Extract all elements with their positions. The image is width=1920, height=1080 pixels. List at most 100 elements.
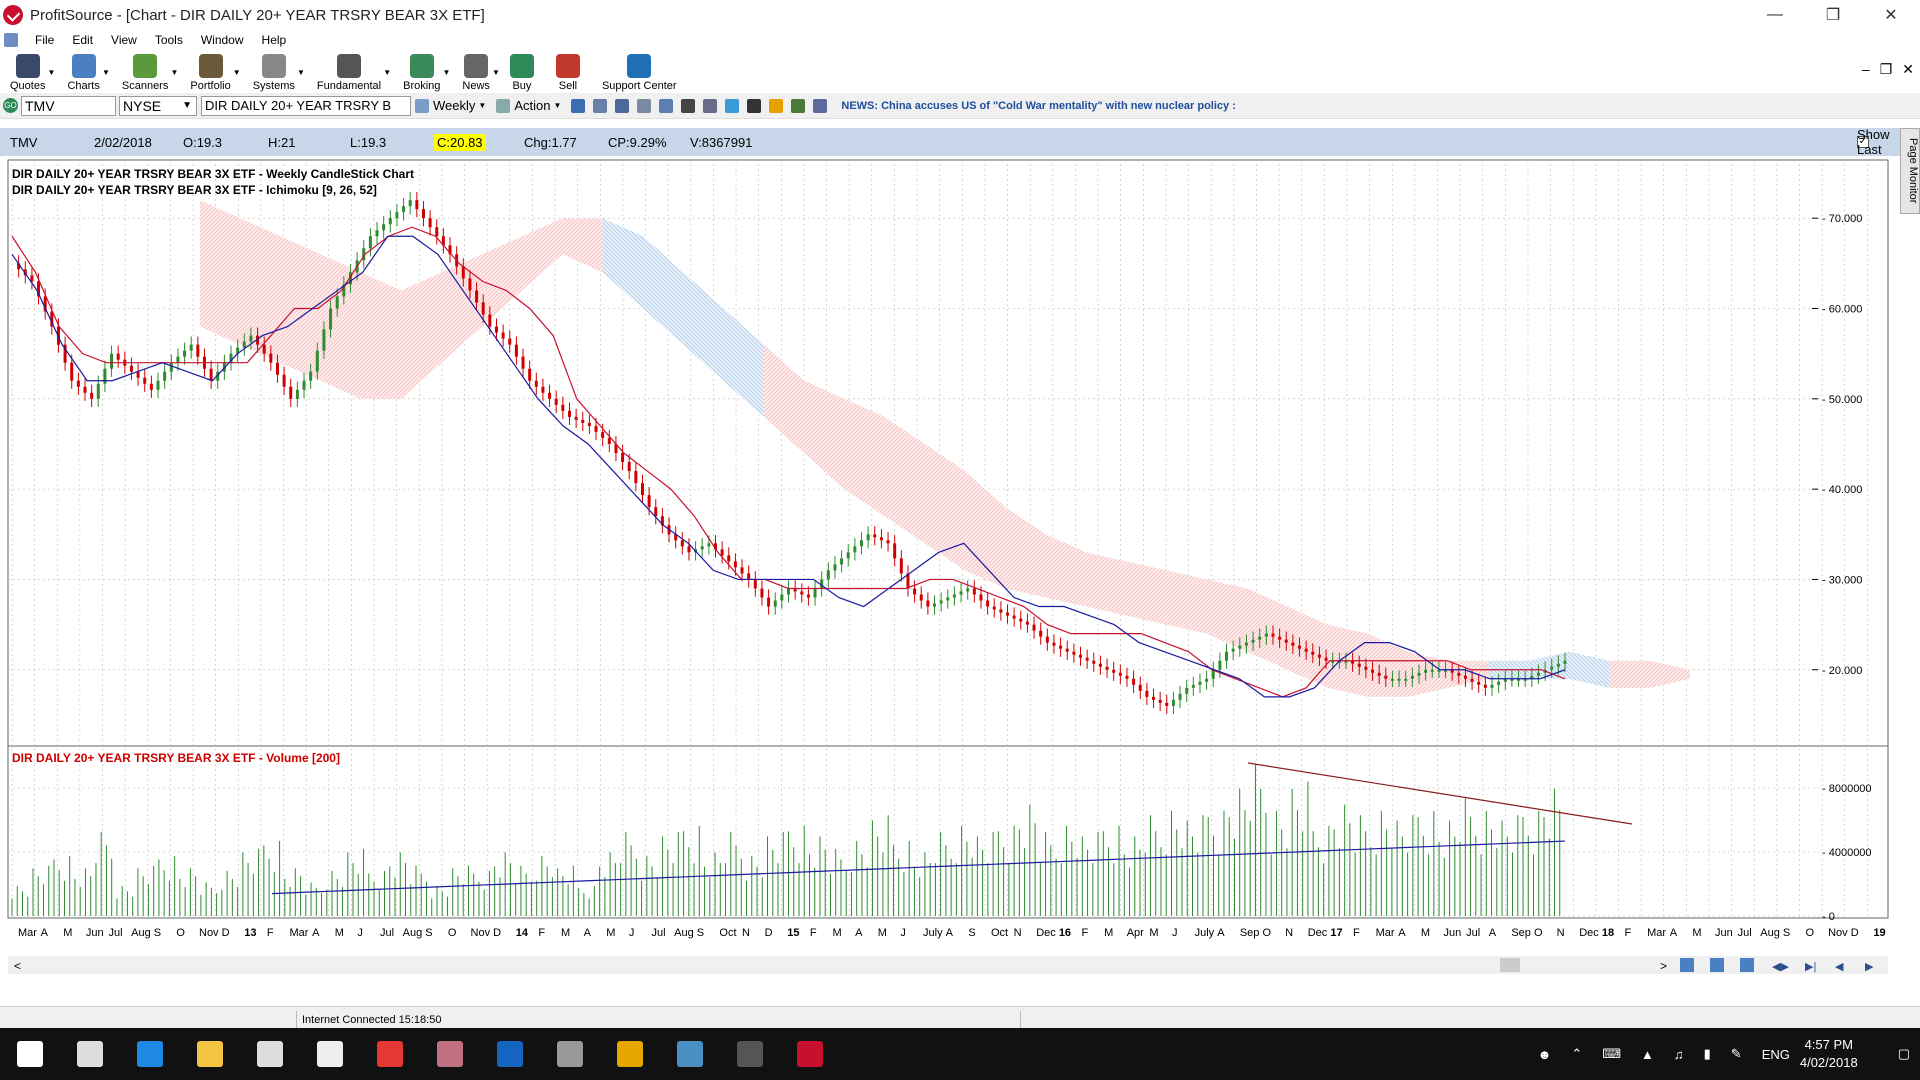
cloud-segment: [240, 218, 281, 363]
show-last-checkbox[interactable]: ✓ Show Last: [1857, 127, 1890, 157]
keyboard-icon[interactable]: ⌨: [1602, 1046, 1621, 1062]
scroll-left-icon[interactable]: <: [14, 959, 21, 973]
broking-button[interactable]: Broking ▼: [403, 54, 450, 92]
date-axis-label: A: [1398, 927, 1406, 939]
candle-body: [787, 588, 790, 595]
scroll-thumb[interactable]: [1500, 958, 1520, 972]
security-name-field[interactable]: DIR DAILY 20+ YEAR TRSRY B: [201, 95, 411, 116]
candle-body: [767, 597, 771, 607]
step-back-icon[interactable]: ◀: [1835, 961, 1844, 973]
restore-icon[interactable]: ❐: [1804, 0, 1862, 30]
app-brush-icon[interactable]: [420, 1028, 480, 1080]
favourite-star-icon[interactable]: [769, 98, 784, 113]
store-icon[interactable]: [240, 1028, 300, 1080]
menu-edit[interactable]: Edit: [72, 33, 93, 47]
candle-body: [1145, 690, 1149, 697]
candle-body: [402, 206, 406, 213]
fundamental-button[interactable]: Fundamental ▼: [317, 54, 391, 92]
profitsource-taskbar-icon[interactable]: [780, 1028, 840, 1080]
chevron-down-icon[interactable]: ▼: [443, 68, 451, 77]
pan-both-icon[interactable]: ◀▶: [1772, 961, 1789, 973]
chrome-icon[interactable]: [600, 1028, 660, 1080]
calculator-icon[interactable]: [300, 1028, 360, 1080]
news-button[interactable]: News ▼: [462, 54, 500, 92]
zoom-in-icon[interactable]: [1680, 958, 1694, 972]
action-chevron-icon[interactable]: ▼: [553, 101, 561, 110]
chevron-down-icon[interactable]: ▼: [48, 68, 56, 77]
docs-app-icon[interactable]: [660, 1028, 720, 1080]
print-icon[interactable]: [615, 98, 630, 113]
volume-icon[interactable]: ♫: [1674, 1047, 1684, 1062]
chevron-down-icon[interactable]: ▼: [170, 68, 178, 77]
trade-icon[interactable]: [791, 98, 806, 113]
date-axis-label: F: [1081, 927, 1088, 939]
date-axis-label: S: [1783, 927, 1790, 939]
edge-icon[interactable]: [120, 1028, 180, 1080]
horizontal-scrollbar[interactable]: [8, 956, 1888, 974]
menu-window[interactable]: Window: [201, 33, 244, 47]
date-axis-label: S: [968, 927, 975, 939]
pan-end-icon[interactable]: ▶|: [1805, 961, 1816, 973]
task-view-icon[interactable]: [60, 1028, 120, 1080]
symbol-input[interactable]: TMV: [21, 95, 116, 116]
support-center-button[interactable]: Support Center: [602, 54, 677, 92]
candle-body: [747, 573, 751, 580]
sell-button[interactable]: Sell: [555, 54, 580, 92]
chevron-down-icon[interactable]: ▼: [102, 68, 110, 77]
menu-file[interactable]: File: [35, 33, 54, 47]
buy-button[interactable]: Buy: [509, 54, 534, 92]
start-icon[interactable]: [0, 1028, 60, 1080]
chevron-down-icon[interactable]: ▼: [233, 68, 241, 77]
candle-body: [295, 389, 299, 399]
exchange-select[interactable]: NYSE ▼: [119, 95, 197, 116]
file-explorer-icon[interactable]: [180, 1028, 240, 1080]
app-k-icon[interactable]: [360, 1028, 420, 1080]
news-ticker[interactable]: NEWS: China accuses US of "Cold War ment…: [841, 100, 1235, 112]
scan-icon[interactable]: [747, 98, 762, 113]
notifications-icon[interactable]: ▢: [1898, 1046, 1910, 1062]
candle-body: [1045, 636, 1049, 643]
minimize-icon[interactable]: —: [1746, 0, 1804, 30]
action-menu[interactable]: Action: [514, 98, 550, 113]
quotes-button[interactable]: Quotes ▼: [10, 54, 55, 92]
go-app-icon[interactable]: [720, 1028, 780, 1080]
close-icon[interactable]: ✕: [1862, 0, 1920, 30]
period-chevron-icon[interactable]: ▼: [478, 101, 486, 110]
step-forward-icon[interactable]: ▶: [1865, 961, 1874, 973]
systems-button[interactable]: Systems ▼: [253, 54, 305, 92]
scanners-button[interactable]: Scanners ▼: [122, 54, 178, 92]
zoom-out-icon[interactable]: [1710, 958, 1724, 972]
menu-view[interactable]: View: [111, 33, 137, 47]
people-icon[interactable]: ☻: [1538, 1047, 1552, 1062]
chart-area[interactable]: - 70.000 - 60.000 - 50.000 - 40.000 - 30.000…: [0, 156, 1904, 996]
chevron-down-icon[interactable]: ▼: [492, 68, 500, 77]
menu-help[interactable]: Help: [262, 33, 287, 47]
settings-icon[interactable]: [593, 98, 608, 113]
chevron-down-icon[interactable]: ▼: [297, 68, 305, 77]
volume-label: DIR DAILY 20+ YEAR TRSRY BEAR 3X ETF - V…: [12, 751, 340, 765]
charts-button[interactable]: Charts ▼: [67, 54, 110, 92]
portfolio-button[interactable]: Portfolio ▼: [190, 54, 241, 92]
language-indicator[interactable]: ENG: [1762, 1047, 1790, 1062]
app-menu-icon[interactable]: [4, 33, 18, 47]
save-icon[interactable]: [571, 98, 586, 113]
idea-icon[interactable]: [725, 98, 740, 113]
battery-icon[interactable]: ▮: [1704, 1046, 1711, 1062]
layout-icon[interactable]: [637, 98, 652, 113]
menu-tools[interactable]: Tools: [155, 33, 183, 47]
zoom-fit-icon[interactable]: [1740, 958, 1754, 972]
indicator-icon[interactable]: [703, 98, 718, 113]
shield-app-icon[interactable]: [480, 1028, 540, 1080]
tray-chevron-icon[interactable]: ⌃: [1571, 1046, 1582, 1062]
go-icon[interactable]: GO: [3, 98, 18, 113]
tools-icon[interactable]: [681, 98, 696, 113]
chevron-down-icon[interactable]: ▼: [383, 68, 391, 77]
alert-icon[interactable]: [813, 98, 828, 113]
period-select[interactable]: Weekly: [433, 98, 475, 113]
network-icon[interactable]: ▲: [1641, 1047, 1654, 1062]
pen-icon[interactable]: ✎: [1731, 1046, 1742, 1062]
template-icon[interactable]: [659, 98, 674, 113]
scroll-right-icon[interactable]: >: [1660, 959, 1667, 973]
camera-app-icon[interactable]: [540, 1028, 600, 1080]
system-clock[interactable]: 4:57 PM 4/02/2018: [1800, 1036, 1858, 1072]
